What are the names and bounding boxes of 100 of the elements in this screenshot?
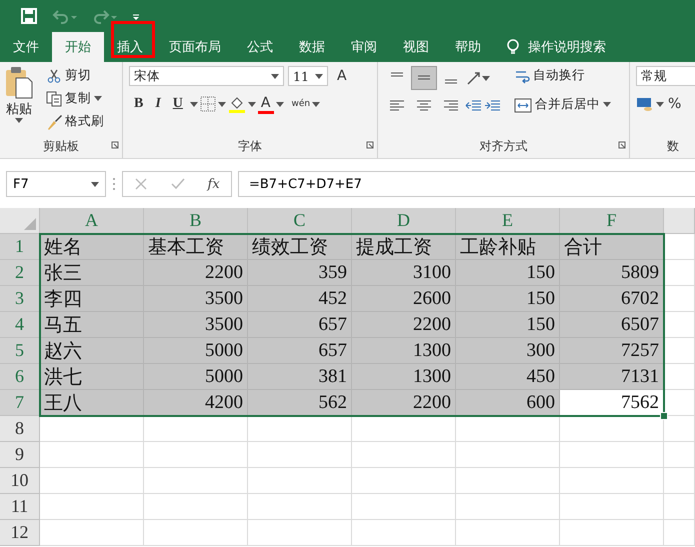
orientation-icon[interactable] [465, 70, 481, 86]
ribbon-tab[interactable]: 审阅 [338, 32, 390, 62]
insert-function-button[interactable]: fx [208, 176, 220, 192]
column-header[interactable]: A [40, 208, 144, 234]
phonetic-button[interactable]: wén [292, 99, 310, 109]
caret-icon[interactable] [603, 102, 611, 107]
row-header[interactable]: 1 [0, 234, 40, 260]
table-cell: 381 [248, 364, 352, 390]
caret-icon[interactable] [218, 102, 226, 106]
table-cell: 赵六 [40, 338, 144, 364]
ribbon-tab[interactable]: 页面布局 [156, 32, 234, 62]
column-header[interactable]: C [248, 208, 352, 234]
caret-icon[interactable] [94, 96, 102, 101]
row-header[interactable]: 3 [0, 286, 40, 312]
table-cell: 提成工资 [352, 234, 456, 260]
caret-icon[interactable] [482, 76, 490, 80]
row-header[interactable]: 12 [0, 520, 40, 546]
caret-icon[interactable] [656, 102, 664, 106]
merge-center-button[interactable]: 合并后居中 [512, 95, 613, 114]
merge-cells-icon [514, 96, 532, 112]
ribbon-tab[interactable]: 开始 [52, 32, 104, 62]
table-cell: 基本工资 [144, 234, 248, 260]
table-cell: 1300 [352, 338, 456, 364]
table-cell: 600 [456, 390, 560, 416]
table-cell: 562 [248, 390, 352, 416]
copy-icon [46, 90, 62, 106]
bold-button[interactable]: B [129, 94, 148, 114]
currency-icon[interactable] [636, 96, 652, 112]
table-cell: 150 [456, 312, 560, 338]
table-cell: 2200 [144, 260, 248, 286]
format-painter-button[interactable]: 格式刷 [44, 112, 106, 131]
ribbon-tab[interactable]: 公式 [234, 32, 286, 62]
row-header[interactable]: 9 [0, 442, 40, 468]
dialog-launcher-icon[interactable] [366, 141, 374, 149]
row-header[interactable]: 4 [0, 312, 40, 338]
table-cell: 2600 [352, 286, 456, 312]
tell-me-search[interactable]: 操作说明搜索 [528, 38, 606, 56]
ribbon-tab[interactable]: 插入 [104, 32, 156, 62]
caret-icon[interactable] [15, 118, 23, 123]
table-cell: 张三 [40, 260, 144, 286]
row-header[interactable]: 6 [0, 364, 40, 390]
caret-icon[interactable] [315, 74, 323, 78]
underline-button[interactable]: U [168, 94, 188, 114]
table-cell: 657 [248, 312, 352, 338]
table-cell: 452 [248, 286, 352, 312]
group-label: 对齐方式 [478, 138, 528, 155]
percent-button[interactable]: % [668, 96, 682, 112]
ribbon-tab[interactable]: 视图 [390, 32, 442, 62]
row-header[interactable]: 11 [0, 494, 40, 520]
fill-handle[interactable] [660, 412, 668, 420]
ribbon-tab[interactable]: 文件 [0, 32, 52, 62]
column-header[interactable]: F [560, 208, 664, 234]
align-middle-icon[interactable] [411, 66, 437, 90]
table-cell: 7131 [560, 364, 664, 390]
grow-font-button[interactable]: A [332, 66, 352, 86]
caret-icon[interactable] [276, 102, 284, 106]
cut-button[interactable]: 剪切 [44, 66, 106, 85]
group-label: 数 [666, 138, 680, 155]
table-cell: 3100 [352, 260, 456, 286]
border-icon[interactable] [200, 96, 216, 112]
caret-icon[interactable] [248, 102, 256, 106]
ribbon-tab[interactable]: 数据 [286, 32, 338, 62]
caret-icon[interactable] [312, 102, 320, 106]
table-cell: 150 [456, 286, 560, 312]
table-cell: 7562 [560, 390, 664, 416]
row-header[interactable]: 10 [0, 468, 40, 494]
grip-icon [112, 176, 116, 192]
fill-color-icon[interactable] [228, 95, 246, 113]
table-cell: 4200 [144, 390, 248, 416]
column-header[interactable]: B [144, 208, 248, 234]
copy-button[interactable]: 复制 [44, 89, 106, 108]
font-size-field[interactable]: 11 [288, 66, 328, 86]
font-color-button[interactable]: A [258, 94, 274, 114]
table-cell: 洪七 [40, 364, 144, 390]
wrap-text-button[interactable]: 自动换行 [512, 66, 613, 85]
clipboard-icon [4, 66, 34, 100]
group-label: 字体 [237, 138, 263, 155]
table-cell: 2200 [352, 390, 456, 416]
row-header[interactable]: 2 [0, 260, 40, 286]
dialog-launcher-icon[interactable] [111, 141, 119, 149]
formula-field[interactable]: =B7+C7+D7+E7 [238, 171, 695, 197]
row-header[interactable]: 5 [0, 338, 40, 364]
font-name-field[interactable]: 宋体 [129, 66, 284, 86]
table-cell: 7257 [560, 338, 664, 364]
column-header[interactable]: D [352, 208, 456, 234]
table-cell: 绩效工资 [248, 234, 352, 260]
name-box[interactable]: F7 [6, 171, 106, 197]
caret-icon[interactable] [190, 102, 198, 106]
number-format-field[interactable]: 常规 [636, 66, 695, 86]
caret-icon[interactable] [271, 74, 279, 78]
save-icon[interactable] [20, 7, 38, 25]
table-cell: 6507 [560, 312, 664, 338]
paste-button[interactable]: 粘贴 [2, 66, 36, 136]
ribbon-tab[interactable]: 帮助 [442, 32, 494, 62]
row-header[interactable]: 8 [0, 416, 40, 442]
column-header[interactable]: E [456, 208, 560, 234]
caret-icon[interactable] [91, 182, 99, 186]
dialog-launcher-icon[interactable] [618, 141, 626, 149]
italic-button[interactable]: I [150, 94, 166, 114]
row-header[interactable]: 7 [0, 390, 40, 416]
